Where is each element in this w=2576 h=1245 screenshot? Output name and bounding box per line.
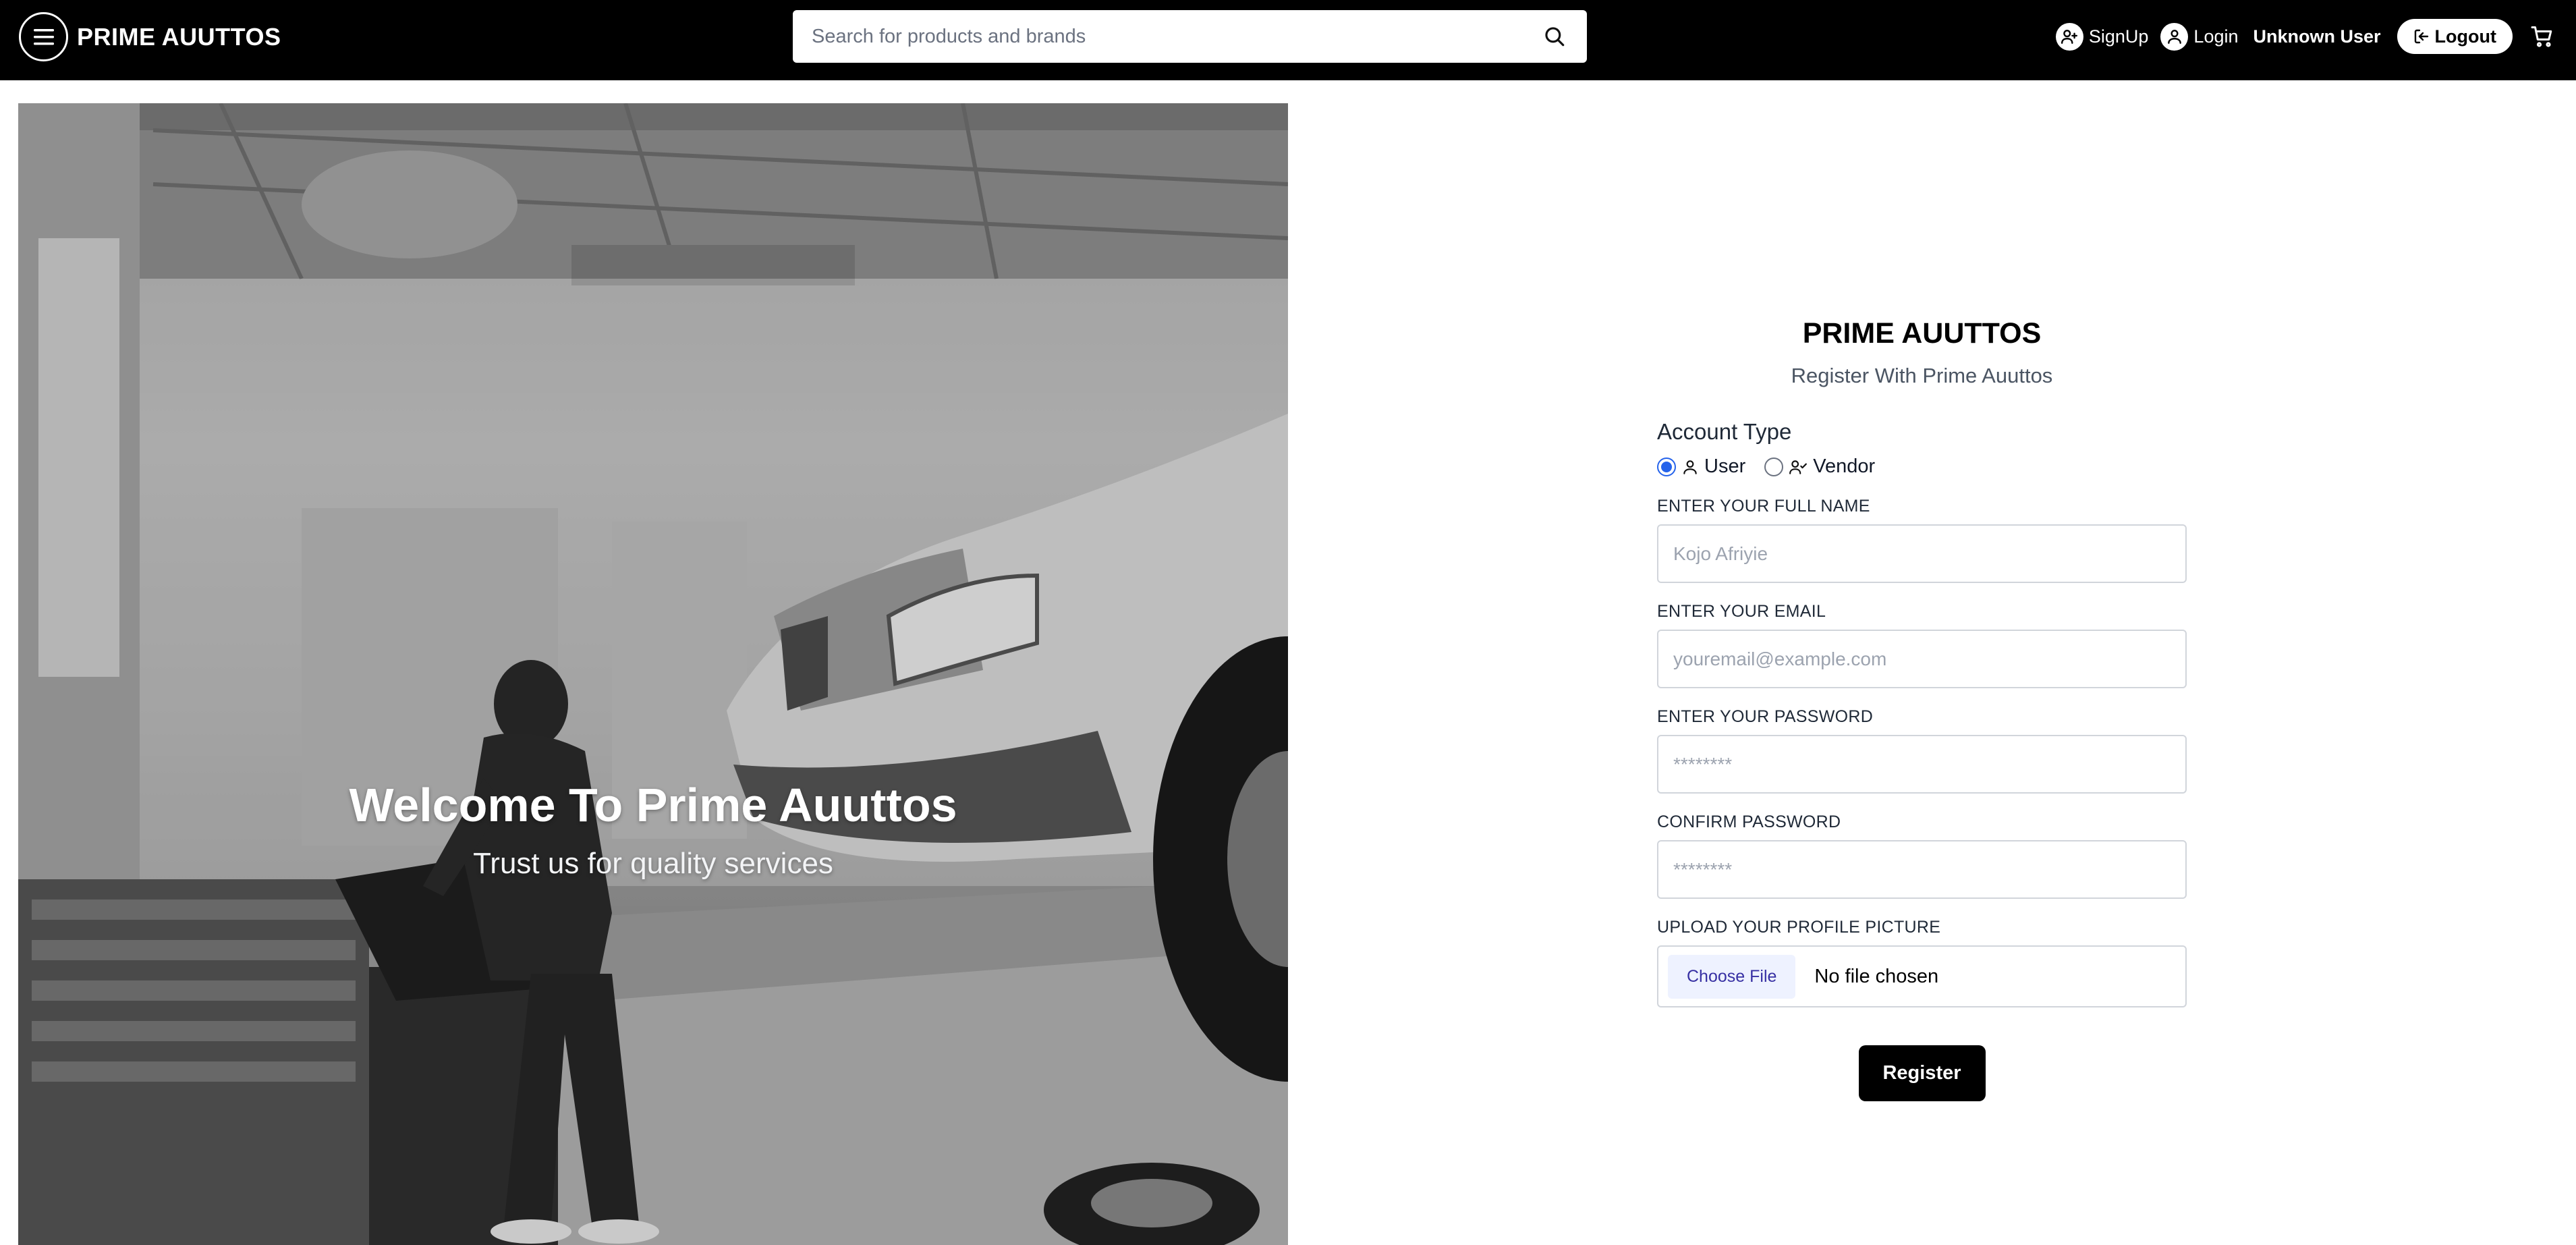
account-type-options: User Vendor xyxy=(1657,455,2187,478)
account-type-label: Account Type xyxy=(1657,419,1792,444)
confirm-password-field-box xyxy=(1657,840,2187,899)
signup-link[interactable]: SignUp xyxy=(2055,22,2149,51)
account-type-vendor-label: Vendor xyxy=(1813,455,1876,477)
search-bar xyxy=(793,10,1587,63)
search-input[interactable] xyxy=(812,25,1541,48)
password-field-box xyxy=(1657,735,2187,794)
profile-picture-upload: Choose File No file chosen xyxy=(1657,945,2187,1007)
current-user-name: Unknown User xyxy=(2253,26,2381,47)
account-type-vendor-option[interactable]: Vendor xyxy=(1764,455,1875,478)
menu-button[interactable] xyxy=(19,12,68,61)
garage-photo xyxy=(18,103,1288,1245)
account-type-vendor-radio[interactable] xyxy=(1764,457,1784,476)
profile-picture-label: UPLOAD YOUR PROFILE PICTURE xyxy=(1657,918,1941,937)
account-type-user-label: User xyxy=(1704,455,1746,477)
account-type-user-option[interactable]: User xyxy=(1657,455,1745,478)
hero-title: Welcome To Prime Auuttos xyxy=(349,779,957,831)
full-name-field-box xyxy=(1657,524,2187,583)
menu-icon xyxy=(33,28,54,45)
form-title: PRIME AUUTTOS xyxy=(1802,317,2042,350)
hero-subtitle: Trust us for quality services xyxy=(473,847,833,880)
email-field-box xyxy=(1657,630,2187,688)
user-plus-icon xyxy=(2055,22,2083,51)
form-subtitle: Register With Prime Auuttos xyxy=(1791,364,2053,387)
login-label: Login xyxy=(2193,26,2239,47)
choose-file-button[interactable]: Choose File xyxy=(1668,954,1796,999)
logout-icon xyxy=(2414,29,2428,44)
login-link[interactable]: Login xyxy=(2160,22,2239,51)
password-label: ENTER YOUR PASSWORD xyxy=(1657,707,1874,726)
header-actions: SignUp Login Unknown User Logout xyxy=(2055,16,2557,57)
register-form: PRIME AUUTTOS Register With Prime Auutto… xyxy=(1657,317,2187,1101)
password-input[interactable] xyxy=(1673,753,2171,775)
user-icon xyxy=(1683,460,1697,474)
brand-logo-text[interactable]: PRIME AUUTTOS xyxy=(77,20,281,54)
email-label: ENTER YOUR EMAIL xyxy=(1657,602,1826,621)
confirm-password-input[interactable] xyxy=(1673,858,2171,881)
user-check-icon xyxy=(1789,460,1808,474)
logout-label: Logout xyxy=(2434,26,2496,47)
full-name-input[interactable] xyxy=(1673,543,2171,565)
user-icon xyxy=(2160,22,2189,51)
top-navbar: PRIME AUUTTOS SignUp Login Un xyxy=(0,0,2576,80)
signup-label: SignUp xyxy=(2088,26,2149,47)
file-status-text: No file chosen xyxy=(1814,965,1939,987)
email-input[interactable] xyxy=(1673,648,2171,670)
account-type-user-radio[interactable] xyxy=(1657,457,1676,476)
full-name-label: ENTER YOUR FULL NAME xyxy=(1657,497,1870,516)
confirm-password-label: CONFIRM PASSWORD xyxy=(1657,812,1841,831)
logout-button[interactable]: Logout xyxy=(2397,19,2513,54)
hero-banner: Welcome To Prime Auuttos Trust us for qu… xyxy=(18,103,1288,1245)
register-button-row: Register xyxy=(1657,1045,2187,1101)
cart-icon[interactable] xyxy=(2527,22,2557,51)
register-button[interactable]: Register xyxy=(1858,1045,1986,1101)
search-icon[interactable] xyxy=(1541,23,1568,50)
